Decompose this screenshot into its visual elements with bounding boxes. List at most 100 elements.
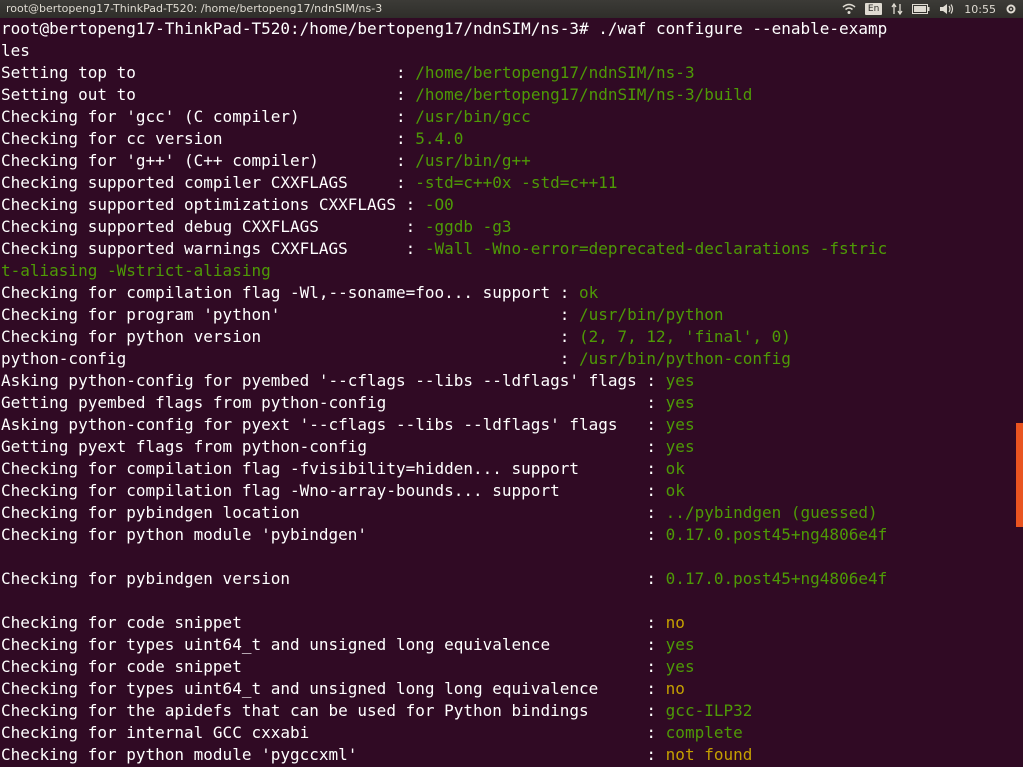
line-result: yes: [665, 657, 695, 676]
line-label: Getting pyext flags from python-config :: [1, 437, 666, 456]
line-result: /usr/bin/python: [578, 305, 724, 324]
terminal-line: Setting top to : /home/bertopeng17/ndnSI…: [1, 62, 695, 84]
terminal-line: Checking for cc version : 5.4.0: [1, 128, 463, 150]
line-label: Checking supported compiler CXXFLAGS :: [1, 173, 416, 192]
line-label: Checking for the apidefs that can be use…: [1, 701, 666, 720]
line-result: ../pybindgen (guessed): [665, 503, 878, 522]
scrollbar[interactable]: [1016, 18, 1023, 767]
terminal-line: Checking for the apidefs that can be use…: [1, 700, 752, 722]
battery-icon[interactable]: [912, 4, 930, 14]
line-result: -O0: [424, 195, 454, 214]
terminal-line: Checking for compilation flag -Wl,--sona…: [1, 282, 598, 304]
system-tray: En 10:55: [842, 1, 1017, 17]
transfer-icon[interactable]: [891, 3, 903, 15]
line-result: /home/bertopeng17/ndnSIM/ns-3: [415, 63, 695, 82]
clock[interactable]: 10:55: [964, 3, 996, 16]
terminal-line: root@bertopeng17-ThinkPad-T520:/home/ber…: [1, 18, 887, 40]
gear-icon[interactable]: [1005, 3, 1017, 15]
line-result: /usr/bin/gcc: [415, 107, 531, 126]
line-result: 5.4.0: [415, 129, 464, 148]
line-label: Checking for program 'python' :: [1, 305, 579, 324]
line-label: Checking for python version :: [1, 327, 579, 346]
terminal-line: Checking supported debug CXXFLAGS : -ggd…: [1, 216, 512, 238]
line-result: /usr/bin/g++: [415, 151, 531, 170]
line-label: Checking supported debug CXXFLAGS :: [1, 217, 425, 236]
terminal-line: les: [1, 40, 30, 62]
line-result: not found: [665, 745, 753, 764]
terminal-line: Asking python-config for pyext '--cflags…: [1, 414, 695, 436]
line-result: yes: [665, 415, 695, 434]
line-label: Checking for python module 'pybindgen' :: [1, 525, 666, 544]
line-label: Checking for 'gcc' (C compiler) :: [1, 107, 416, 126]
terminal-line: Checking for internal GCC cxxabi : compl…: [1, 722, 743, 744]
terminal-line: Checking for pybindgen location : ../pyb…: [1, 502, 878, 524]
terminal-line: Asking python-config for pyembed '--cfla…: [1, 370, 695, 392]
terminal-line: t-aliasing -Wstrict-aliasing: [1, 260, 271, 282]
keyboard-lang-icon[interactable]: En: [864, 3, 883, 15]
line-result: -ggdb -g3: [424, 217, 512, 236]
line-label: Checking for 'g++' (C++ compiler) :: [1, 151, 416, 170]
top-panel: root@bertopeng17-ThinkPad-T520: /home/be…: [0, 0, 1023, 18]
line-label: Checking for pybindgen location :: [1, 503, 666, 522]
line-label: root@bertopeng17-ThinkPad-T520:/home/ber…: [1, 19, 888, 38]
terminal-line: Checking for code snippet : no: [1, 612, 685, 634]
line-label: Checking for compilation flag -fvisibili…: [1, 459, 666, 478]
line-label: python-config :: [1, 349, 579, 368]
terminal-line: Checking for 'g++' (C++ compiler) : /usr…: [1, 150, 531, 172]
terminal-line: Checking for compilation flag -Wno-array…: [1, 480, 685, 502]
line-result: /home/bertopeng17/ndnSIM/ns-3/build: [415, 85, 753, 104]
terminal-line: Checking for types uint64_t and unsigned…: [1, 634, 695, 656]
terminal-line: Checking for python version : (2, 7, 12,…: [1, 326, 791, 348]
line-label: Asking python-config for pyext '--cflags…: [1, 415, 666, 434]
volume-icon[interactable]: [939, 3, 955, 15]
terminal-line: python-config : /usr/bin/python-config: [1, 348, 791, 370]
line-result: yes: [665, 371, 695, 390]
line-label: Setting top to :: [1, 63, 416, 82]
terminal-line: Checking for types uint64_t and unsigned…: [1, 678, 685, 700]
line-label: Setting out to :: [1, 85, 416, 104]
line-label: Asking python-config for pyembed '--cfla…: [1, 371, 666, 390]
terminal-line: Setting out to : /home/bertopeng17/ndnSI…: [1, 84, 752, 106]
terminal-line: Checking supported optimizations CXXFLAG…: [1, 194, 454, 216]
line-label: Checking supported optimizations CXXFLAG…: [1, 195, 425, 214]
line-result: t-aliasing -Wstrict-aliasing: [1, 261, 271, 280]
line-result: yes: [665, 393, 695, 412]
line-result: -std=c++0x -std=c++11: [415, 173, 618, 192]
window-title: root@bertopeng17-ThinkPad-T520: /home/be…: [6, 2, 383, 15]
line-label: les: [1, 41, 30, 60]
line-result: no: [665, 679, 685, 698]
terminal-line: Checking for program 'python' : /usr/bin…: [1, 304, 723, 326]
line-label: Checking for python module 'pygccxml' :: [1, 745, 666, 764]
line-label: Checking for compilation flag -Wno-array…: [1, 481, 666, 500]
terminal-line: Checking for python module 'pygccxml' : …: [1, 744, 752, 766]
line-label: Checking for types uint64_t and unsigned…: [1, 635, 666, 654]
line-label: Checking for pybindgen version :: [1, 569, 666, 588]
line-label: Checking for internal GCC cxxabi :: [1, 723, 666, 742]
line-result: gcc-ILP32: [665, 701, 753, 720]
line-result: ok: [578, 283, 599, 302]
terminal-line: Checking for python module 'pybindgen' :…: [1, 524, 887, 546]
wifi-icon[interactable]: [842, 3, 856, 15]
scrollbar-thumb[interactable]: [1016, 423, 1023, 527]
terminal-line: Checking for pybindgen version : 0.17.0.…: [1, 568, 887, 590]
line-label: Checking for code snippet :: [1, 657, 666, 676]
line-result: -Wall -Wno-error=deprecated-declarations…: [424, 239, 888, 258]
line-label: Checking for code snippet :: [1, 613, 666, 632]
line-result: yes: [665, 635, 695, 654]
terminal-line: Checking for compilation flag -fvisibili…: [1, 458, 685, 480]
terminal-line: Checking supported warnings CXXFLAGS : -…: [1, 238, 887, 260]
line-result: 0.17.0.post45+ng4806e4f: [665, 569, 888, 588]
line-label: Checking supported warnings CXXFLAGS :: [1, 239, 425, 258]
line-label: Getting pyembed flags from python-config…: [1, 393, 666, 412]
terminal-output[interactable]: root@bertopeng17-ThinkPad-T520:/home/ber…: [0, 18, 1016, 767]
terminal-line: Checking for 'gcc' (C compiler) : /usr/b…: [1, 106, 531, 128]
line-label: Checking for cc version :: [1, 129, 416, 148]
line-result: 0.17.0.post45+ng4806e4f: [665, 525, 888, 544]
line-result: yes: [665, 437, 695, 456]
line-result: ok: [665, 459, 685, 478]
terminal-line: Getting pyext flags from python-config :…: [1, 436, 695, 458]
terminal-line: Getting pyembed flags from python-config…: [1, 392, 695, 414]
line-result: /usr/bin/python-config: [578, 349, 791, 368]
line-label: Checking for compilation flag -Wl,--sona…: [1, 283, 579, 302]
line-result: complete: [665, 723, 743, 742]
